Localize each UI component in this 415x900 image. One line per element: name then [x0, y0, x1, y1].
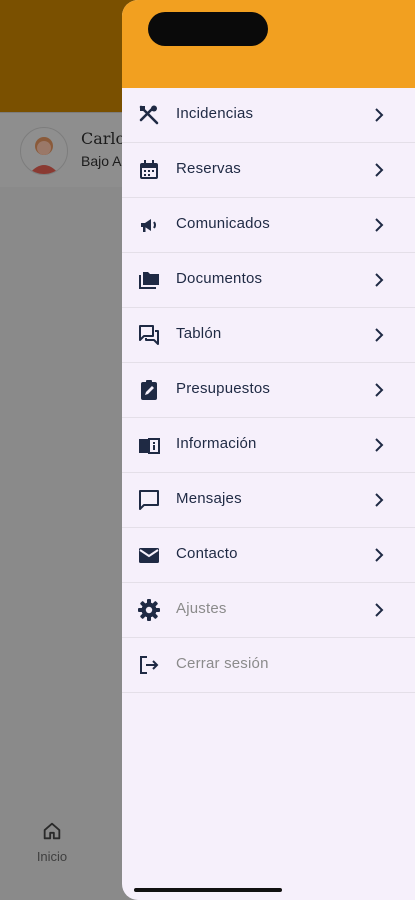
home-label: Inicio: [36, 849, 68, 864]
logout-icon: [137, 653, 161, 677]
camera-notch: [148, 12, 268, 46]
menu-item-contacto[interactable]: Contacto: [122, 528, 415, 583]
bottom-nav-home[interactable]: Inicio: [28, 820, 76, 864]
menu-item-label: Tablón: [176, 325, 222, 342]
chevron-right-icon: [369, 490, 389, 510]
menu-item-comunicados[interactable]: Comunicados: [122, 198, 415, 253]
home-indicator: [134, 888, 282, 892]
chevron-right-icon: [369, 380, 389, 400]
chevron-right-icon: [369, 435, 389, 455]
drawer-menu: Incidencias Reservas Comunicados Documen…: [122, 88, 415, 693]
mail-icon: [137, 543, 161, 567]
menu-item-tablon[interactable]: Tablón: [122, 308, 415, 363]
info-book-icon: [137, 433, 161, 457]
chat-bubble-icon: [137, 488, 161, 512]
gear-icon: [137, 598, 161, 622]
calendar-icon: [137, 158, 161, 182]
clipboard-edit-icon: [137, 378, 161, 402]
forum-icon: [137, 323, 161, 347]
menu-item-presupuestos[interactable]: Presupuestos: [122, 363, 415, 418]
chevron-right-icon: [369, 600, 389, 620]
chevron-right-icon: [369, 105, 389, 125]
menu-item-label: Mensajes: [176, 490, 242, 507]
menu-item-label: Ajustes: [176, 600, 227, 617]
megaphone-icon: [137, 213, 161, 237]
drawer-header: [122, 0, 415, 88]
menu-item-ajustes[interactable]: Ajustes: [122, 583, 415, 638]
user-name: Carlo: [81, 129, 126, 148]
menu-item-label: Comunicados: [176, 215, 270, 232]
menu-item-reservas[interactable]: Reservas: [122, 143, 415, 198]
menu-item-label: Información: [176, 435, 257, 452]
menu-item-label: Incidencias: [176, 105, 254, 122]
menu-item-label: Reservas: [176, 160, 241, 177]
menu-item-label: Documentos: [176, 270, 263, 287]
navigation-drawer: Incidencias Reservas Comunicados Documen…: [122, 0, 415, 900]
menu-item-mensajes[interactable]: Mensajes: [122, 473, 415, 528]
menu-item-label: Cerrar sesión: [176, 655, 269, 672]
menu-item-documentos[interactable]: Documentos: [122, 253, 415, 308]
chevron-right-icon: [369, 160, 389, 180]
chevron-right-icon: [369, 325, 389, 345]
menu-item-incidencias[interactable]: Incidencias: [122, 88, 415, 143]
folder-icon: [137, 268, 161, 292]
chevron-right-icon: [369, 545, 389, 565]
menu-item-label: Contacto: [176, 545, 238, 562]
chevron-right-icon: [369, 270, 389, 290]
avatar: [20, 127, 68, 175]
menu-item-label: Presupuestos: [176, 380, 271, 397]
user-subtitle: Bajo A: [81, 153, 122, 169]
chevron-right-icon: [369, 215, 389, 235]
menu-item-informacion[interactable]: Información: [122, 418, 415, 473]
tools-icon: [137, 103, 161, 127]
menu-item-cerrar-sesion[interactable]: Cerrar sesión: [122, 638, 415, 693]
home-icon: [41, 822, 63, 846]
